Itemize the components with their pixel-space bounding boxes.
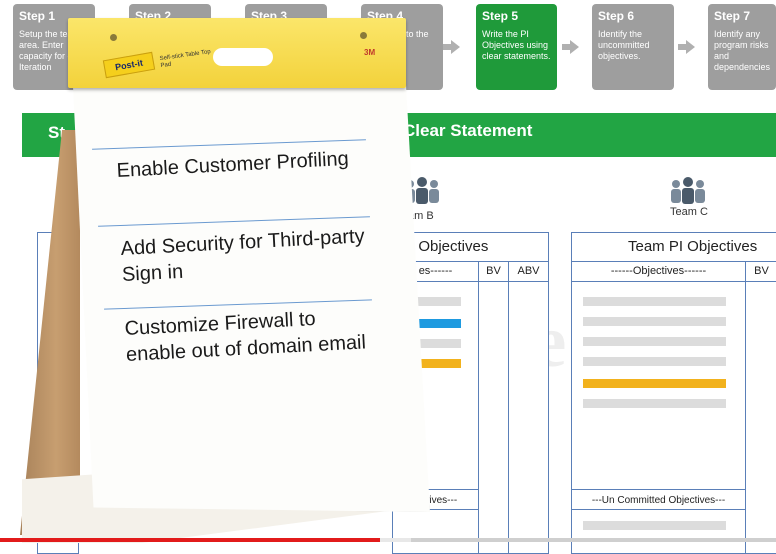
uncommitted-divider (572, 489, 745, 490)
team-b-table-title: I Objectives (393, 233, 548, 262)
team-b-bv-header: BV (479, 261, 508, 282)
pad-hole (110, 34, 117, 41)
postit-logo: Post-it (102, 51, 156, 79)
objective-highlight-bar (583, 379, 726, 388)
team-c-objectives-header: ------Objectives------ (572, 261, 745, 282)
team-b-table-title-text: I Objectives (410, 238, 489, 255)
objective-placeholder-bar (583, 317, 726, 326)
team-c-people-icon (671, 177, 705, 204)
pad-hole (360, 32, 367, 39)
team-c-table-title: Team PI Objectives (572, 233, 776, 262)
step-6-desc: Identify the uncommitted objectives. (598, 29, 650, 61)
flipchart-easel-back (20, 130, 80, 535)
postit-subbrand: Self-stick Table Top Pad (159, 49, 212, 70)
team-c-uncommitted-label: ---Un Committed Objectives--- (591, 495, 726, 506)
team-c-col-divider (745, 261, 746, 553)
pad-handle (213, 48, 273, 66)
step-7-title: Step 7 (714, 9, 751, 23)
video-progress-fill[interactable] (0, 538, 380, 542)
flipchart-header-band: Post-it Self-stick Table Top Pad 3M (68, 18, 406, 88)
objective-placeholder-bar (583, 399, 726, 408)
team-b-col-divider (478, 261, 479, 553)
team-b-abv-header: ABV (509, 261, 548, 282)
team-c-objectives-table: Team PI Objectives ------Objectives-----… (571, 232, 776, 554)
objective-placeholder-bar (583, 357, 726, 366)
objective-placeholder-bar (583, 521, 726, 530)
step-6-title: Step 6 (598, 9, 635, 23)
step-5-title: Step 5 (482, 9, 519, 23)
step-6-card: Step 6 Identify the uncommitted objectiv… (592, 4, 674, 90)
objective-placeholder-bar (583, 337, 726, 346)
flipchart-item-1: Enable Customer Profiling (116, 147, 350, 182)
objective-placeholder-bar (583, 297, 726, 306)
team-c-label: Team C (670, 206, 708, 218)
arrow-icon (562, 40, 579, 54)
team-b-col-divider (508, 261, 509, 553)
flipchart-item-2: Add Security for Third-party Sign in (120, 225, 366, 286)
uncommitted-divider (572, 509, 745, 510)
flipchart-item-3: Customize Firewall to enable out of doma… (124, 307, 367, 366)
step-5-desc: Write the PI Objectives using clear stat… (482, 29, 551, 61)
arrow-icon (443, 40, 460, 54)
3m-logo: 3M (364, 48, 376, 57)
banner-title: Clear Statement (403, 121, 533, 140)
video-buffer-bar (380, 538, 411, 542)
team-c-bv-header: BV (746, 261, 776, 282)
team-c-table-title-text: Team PI Objectives (628, 238, 758, 255)
step-7-desc: Identify any program risks and dependenc… (714, 29, 771, 72)
step-7-card: Step 7 Identify any program risks and de… (708, 4, 776, 90)
step-5-card: Step 5 Write the PI Objectives using cle… (476, 4, 557, 90)
arrow-icon (678, 40, 695, 54)
flipchart-sheet: Enable Customer Profiling Add Security f… (72, 66, 430, 512)
